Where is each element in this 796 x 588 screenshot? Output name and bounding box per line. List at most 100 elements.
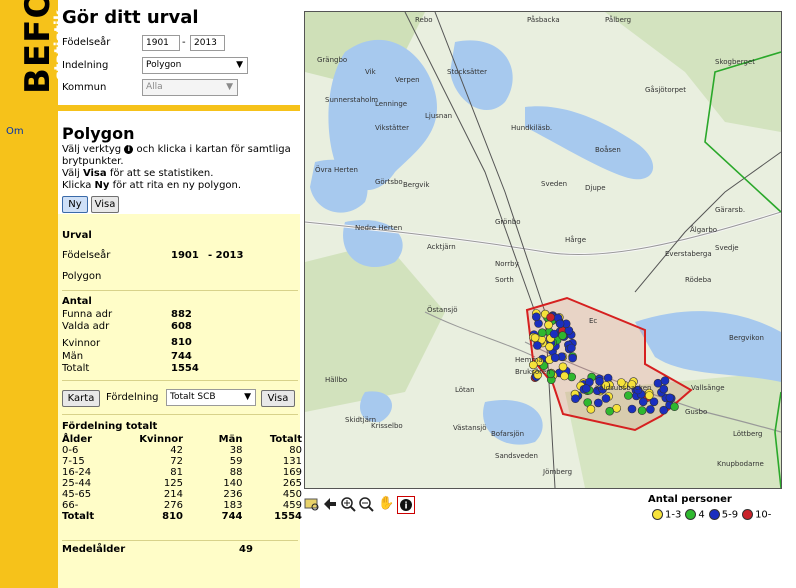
- men-label: Män: [62, 351, 84, 362]
- legend-dot: [685, 509, 697, 520]
- address-marker: [545, 342, 554, 352]
- map-place-label: Ec: [589, 317, 597, 325]
- zoom-out-icon[interactable]: [358, 496, 374, 512]
- map-place-label: Lenninge: [375, 100, 407, 108]
- divider: [62, 380, 298, 381]
- zoom-in-icon[interactable]: [340, 496, 356, 512]
- map-place-label: Hemma: [515, 356, 543, 364]
- new-polygon-button[interactable]: Ny: [62, 196, 88, 213]
- address-marker: [637, 406, 647, 415]
- legend-label: 10-: [755, 509, 772, 521]
- address-marker: [623, 391, 633, 400]
- instr-emph: Visa: [82, 168, 107, 179]
- table-cell: 25-44: [62, 478, 92, 489]
- polygon-instructions: Välj verktyg i och klicka i kartan för s…: [62, 144, 298, 192]
- table-row: 66- 276 183 459: [62, 500, 302, 511]
- map-place-label: Östansjö: [427, 305, 458, 314]
- instr-text: för att rita en ny polygon.: [112, 180, 242, 191]
- map-place-label: Svedje: [715, 244, 739, 252]
- map-place-label: Lötan: [455, 386, 475, 394]
- map-place-label: Krisselbo: [371, 422, 403, 430]
- map-place-label: Görtsbo: [375, 178, 403, 186]
- map-place-label: Hällbo: [325, 376, 347, 384]
- map-place-label: Löttberg: [733, 430, 763, 438]
- show-distribution-button[interactable]: Visa: [261, 390, 295, 407]
- map-canvas[interactable]: Rebo Påsbacka Pålberg Skogberget Grängbo Stoc…: [305, 12, 781, 488]
- table-cell: 80: [289, 445, 302, 456]
- address-marker: [555, 319, 565, 329]
- map-place-label: Rödeba: [685, 276, 711, 284]
- legend-label: 4: [698, 509, 705, 521]
- pan-hand-icon[interactable]: ✋: [378, 496, 394, 512]
- map-place-label: Kaldsubsbacken: [595, 384, 651, 392]
- legend-dot: [708, 509, 720, 520]
- map-place-label: Grönbo: [495, 218, 521, 226]
- map-place-label: Bruksören: [515, 368, 551, 376]
- address-marker: [560, 371, 569, 381]
- table-cell: 140: [223, 478, 243, 489]
- map-place-label: Vik: [365, 68, 377, 76]
- map-place-label: Everstaberga: [665, 250, 712, 258]
- table-header-row: Ålder Kvinnor Män Totalt: [62, 434, 302, 445]
- table-row: 16-24 81 88 169: [62, 467, 302, 478]
- map-view[interactable]: Rebo Påsbacka Pålberg Skogberget Grängbo Stoc…: [304, 11, 782, 489]
- address-marker: [670, 402, 679, 412]
- municipality-select-value: Alla: [146, 82, 163, 92]
- instr-text: Välj verktyg: [62, 144, 122, 155]
- table-row: 25-44 125 140 265: [62, 478, 302, 489]
- divider: [62, 540, 298, 541]
- table-cell: 81: [170, 467, 184, 478]
- table-row: 45-65 214 236 450: [62, 489, 302, 500]
- map-place-label: Norrby: [495, 260, 519, 268]
- result-birth-year-label: Födelseår: [62, 250, 111, 261]
- instr-text: Välj: [62, 168, 80, 179]
- table-cell: Totalt: [62, 511, 95, 522]
- map-button[interactable]: Karta: [62, 390, 100, 407]
- zoom-extent-icon[interactable]: [304, 496, 320, 512]
- map-place-label: Grängbo: [317, 56, 347, 64]
- map-place-label: Vikstätter: [375, 124, 409, 132]
- legend-dot: [652, 509, 663, 520]
- control-panel: Gör ditt urval Födelseår 1901 - 2013 Ind…: [58, 0, 302, 588]
- nav-om-link[interactable]: Om: [6, 126, 24, 137]
- table-cell: 42: [170, 445, 184, 456]
- division-select-value: Polygon: [146, 60, 182, 70]
- found-value: 882: [171, 309, 192, 320]
- pan-back-icon-svg: [324, 498, 336, 510]
- map-place-label: Sunnerstaholm: [325, 96, 378, 104]
- info-icon-svg: i: [400, 499, 412, 512]
- birth-year-from-input[interactable]: 1901: [142, 35, 180, 51]
- chevron-down-icon: ▼: [236, 60, 243, 70]
- map-place-label: Gåsjötorpet: [645, 85, 686, 94]
- birth-year-to-input[interactable]: 2013: [190, 35, 225, 51]
- distribution-table: Ålder Kvinnor Män Totalt 0-6 42 38 80 7-15 72…: [62, 434, 302, 522]
- division-select[interactable]: Polygon ▼: [142, 57, 248, 74]
- birth-year-label: Födelseår: [62, 37, 111, 48]
- table-cell: 131: [282, 456, 302, 467]
- table-cell: 59: [229, 456, 243, 467]
- instr-text: Klicka: [62, 180, 92, 191]
- selection-title: Gör ditt urval: [62, 7, 199, 28]
- map-place-label: Hårge: [565, 235, 586, 244]
- result-birth-year-to: - 2013: [208, 250, 244, 261]
- map-place-label: Bergvik: [403, 181, 430, 189]
- address-marker: [558, 331, 567, 340]
- address-marker: [665, 393, 675, 403]
- info-icon[interactable]: i: [397, 496, 415, 514]
- show-polygon-button[interactable]: Visa: [91, 196, 119, 213]
- municipality-select[interactable]: Alla ▼: [142, 79, 238, 96]
- table-cell: 7-15: [62, 456, 85, 467]
- pan-back-icon[interactable]: [322, 496, 338, 512]
- median-age-label: Medelålder: [62, 544, 126, 555]
- address-marker: [544, 320, 553, 330]
- map-place-label: Stocksätter: [447, 68, 487, 76]
- address-marker: [558, 362, 568, 372]
- column-header: Ålder: [62, 434, 93, 445]
- address-marker: [593, 398, 603, 408]
- address-marker: [638, 397, 648, 407]
- division-label: Indelning: [62, 60, 109, 71]
- total-label: Totalt: [62, 363, 90, 374]
- distribution-select[interactable]: Totalt SCB ▼: [166, 389, 256, 406]
- address-marker: [571, 394, 580, 404]
- zoom-extent-icon-svg: [304, 498, 319, 511]
